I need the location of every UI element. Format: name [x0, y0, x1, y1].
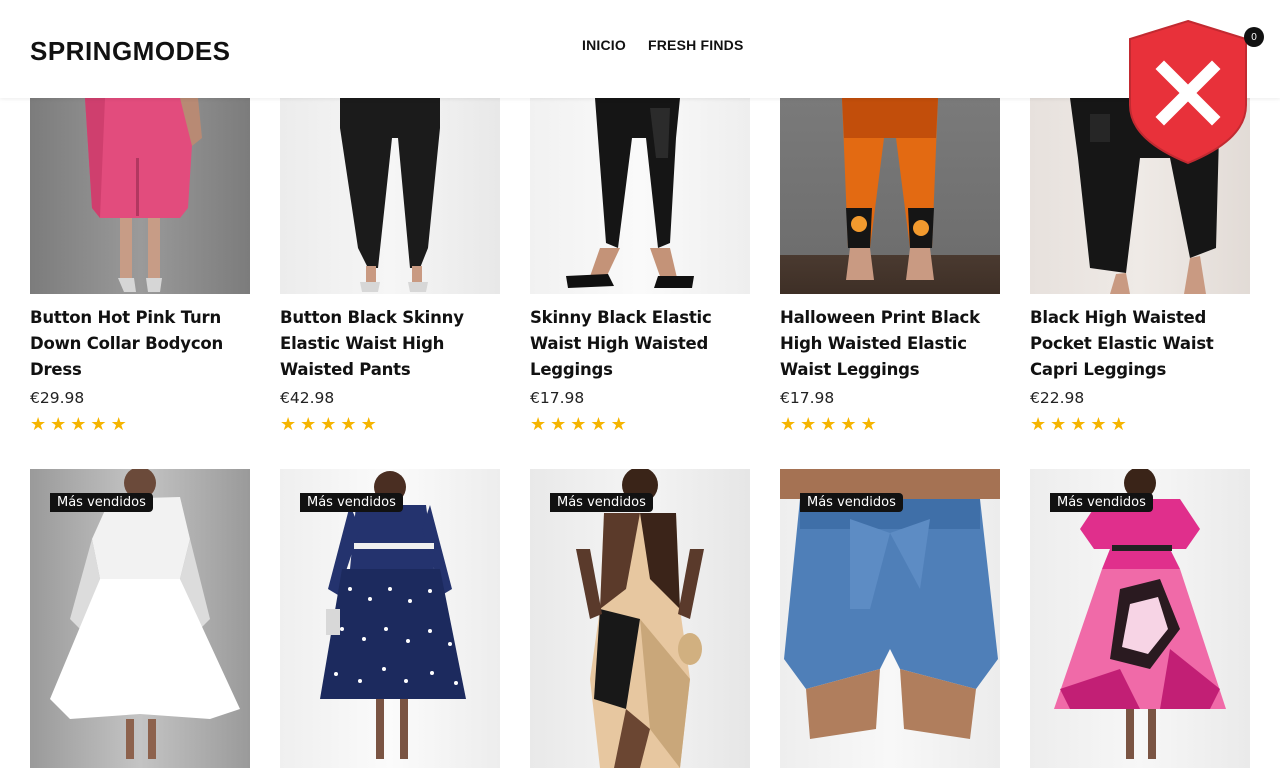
- product-price: €17.98: [530, 389, 585, 407]
- product-title[interactable]: Button Black Skinny Elastic Waist High W…: [280, 305, 500, 383]
- site-header: SPRINGMODES INICIO FRESH FINDS: [0, 0, 1280, 98]
- star-icon: ★: [1070, 414, 1087, 434]
- product-title[interactable]: Black High Waisted Pocket Elastic Waist …: [1030, 305, 1250, 383]
- product-price: €29.98: [30, 389, 85, 407]
- star-icon: ★: [1110, 414, 1127, 434]
- star-icon: ★: [1030, 414, 1047, 434]
- star-icon: ★: [360, 414, 377, 434]
- rating-stars: ★ ★ ★ ★ ★: [530, 415, 750, 433]
- product-card[interactable]: Skinny Black Elastic Waist High Waisted …: [530, 98, 750, 433]
- bestseller-badge: Más vendidos: [300, 493, 403, 512]
- nav-item-inicio[interactable]: INICIO: [582, 37, 626, 53]
- product-title[interactable]: Skinny Black Elastic Waist High Waisted …: [530, 305, 750, 383]
- product-card[interactable]: Más vendidos: [30, 469, 250, 768]
- bestseller-badge: Más vendidos: [550, 493, 653, 512]
- product-card[interactable]: Button Hot Pink Turn Down Collar Bodycon…: [30, 98, 250, 433]
- product-image[interactable]: [780, 98, 1000, 294]
- product-image[interactable]: Más vendidos: [1030, 469, 1250, 768]
- site-logo[interactable]: SPRINGMODES: [30, 36, 231, 67]
- product-card[interactable]: Más vendidos: [530, 469, 750, 768]
- product-price: €22.98: [1030, 389, 1085, 407]
- product-card[interactable]: Button Black Skinny Elastic Waist High W…: [280, 98, 500, 433]
- product-image[interactable]: Más vendidos: [30, 469, 250, 768]
- bestseller-badge: Más vendidos: [50, 493, 153, 512]
- product-image[interactable]: [280, 98, 500, 294]
- star-icon: ★: [800, 414, 817, 434]
- star-icon: ★: [840, 414, 857, 434]
- star-icon: ★: [50, 414, 67, 434]
- star-icon: ★: [610, 414, 627, 434]
- star-icon: ★: [280, 414, 297, 434]
- product-image[interactable]: Más vendidos: [280, 469, 500, 768]
- star-icon: ★: [550, 414, 567, 434]
- product-image[interactable]: Más vendidos: [780, 469, 1000, 768]
- star-icon: ★: [30, 414, 47, 434]
- star-icon: ★: [320, 414, 337, 434]
- product-price: €42.98: [280, 389, 335, 407]
- product-card[interactable]: Más vendidos: [280, 469, 500, 768]
- star-icon: ★: [530, 414, 547, 434]
- product-card[interactable]: Halloween Print Black High Waisted Elast…: [780, 98, 1000, 433]
- rating-stars: ★ ★ ★ ★ ★: [780, 415, 1000, 433]
- star-icon: ★: [570, 414, 587, 434]
- star-icon: ★: [590, 414, 607, 434]
- star-icon: ★: [90, 414, 107, 434]
- product-price: €17.98: [780, 389, 835, 407]
- rating-stars: ★ ★ ★ ★ ★: [280, 415, 500, 433]
- star-icon: ★: [860, 414, 877, 434]
- star-icon: ★: [780, 414, 797, 434]
- product-card[interactable]: Más vendidos: [780, 469, 1000, 768]
- star-icon: ★: [110, 414, 127, 434]
- rating-stars: ★ ★ ★ ★ ★: [30, 415, 250, 433]
- product-card[interactable]: Más vendidos: [1030, 469, 1250, 768]
- star-icon: ★: [1050, 414, 1067, 434]
- product-image[interactable]: [530, 98, 750, 294]
- rating-stars: ★ ★ ★ ★ ★: [1030, 415, 1250, 433]
- star-icon: ★: [820, 414, 837, 434]
- star-icon: ★: [1090, 414, 1107, 434]
- product-image[interactable]: [30, 98, 250, 294]
- star-icon: ★: [70, 414, 87, 434]
- product-title[interactable]: Halloween Print Black High Waisted Elast…: [780, 305, 1000, 383]
- star-icon: ★: [340, 414, 357, 434]
- bestseller-badge: Más vendidos: [800, 493, 903, 512]
- product-image[interactable]: Más vendidos: [530, 469, 750, 768]
- main-nav: INICIO FRESH FINDS: [582, 37, 744, 53]
- bestseller-badge: Más vendidos: [1050, 493, 1153, 512]
- nav-item-fresh-finds[interactable]: FRESH FINDS: [648, 37, 744, 53]
- star-icon: ★: [300, 414, 317, 434]
- product-title[interactable]: Button Hot Pink Turn Down Collar Bodycon…: [30, 305, 250, 383]
- cart-count-badge[interactable]: 0: [1244, 27, 1264, 47]
- shield-close-icon[interactable]: [1126, 19, 1250, 165]
